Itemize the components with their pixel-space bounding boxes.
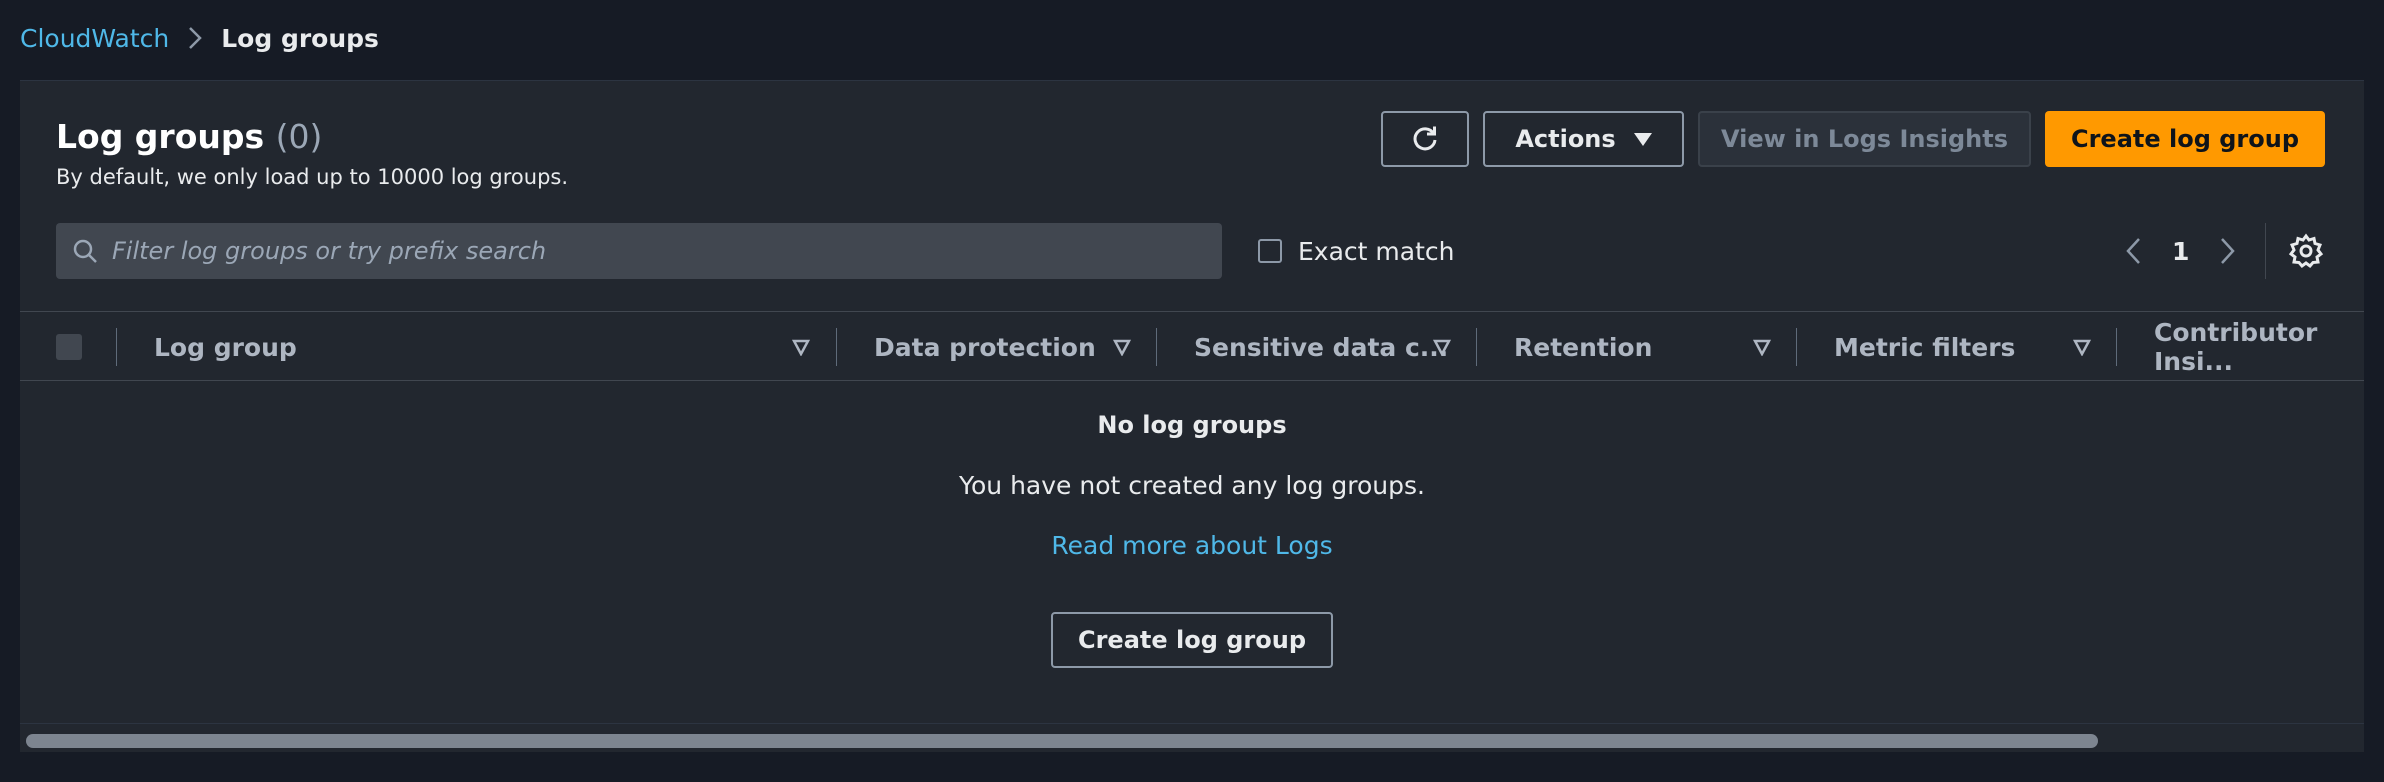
exact-match-label: Exact match xyxy=(1298,236,1455,266)
sort-icon[interactable] xyxy=(2073,338,2091,356)
page-description: By default, we only load up to 10000 log… xyxy=(56,165,569,189)
view-in-logs-insights-button[interactable]: View in Logs Insights xyxy=(1698,111,2031,167)
sort-icon[interactable] xyxy=(1113,338,1131,356)
create-log-group-button[interactable]: Create log group xyxy=(2045,111,2325,167)
column-divider xyxy=(1796,328,1797,366)
breadcrumb: CloudWatch Log groups xyxy=(20,18,379,58)
breadcrumb-current: Log groups xyxy=(221,23,379,53)
exact-match-toggle[interactable]: Exact match xyxy=(1258,233,1454,269)
empty-state-description: You have not created any log groups. xyxy=(959,471,1425,500)
select-all-checkbox[interactable] xyxy=(56,334,82,360)
table-header: Log group Data protection Sensitive data… xyxy=(20,311,2364,381)
chevron-right-icon xyxy=(187,25,203,51)
column-divider xyxy=(2116,328,2117,366)
horizontal-scrollbar[interactable] xyxy=(20,723,2364,752)
actions-dropdown-button[interactable]: Actions xyxy=(1483,111,1684,167)
chevron-right-icon[interactable] xyxy=(2217,236,2237,266)
search-icon xyxy=(73,239,97,263)
empty-create-log-group-button[interactable]: Create log group xyxy=(1051,612,1333,668)
search-input[interactable] xyxy=(112,237,1222,265)
scrollbar-thumb[interactable] xyxy=(26,734,2098,748)
page-title-text: Log groups xyxy=(56,117,265,156)
chevron-left-icon[interactable] xyxy=(2124,236,2144,266)
read-more-link[interactable]: Read more about Logs xyxy=(20,531,2364,560)
pagination: 1 xyxy=(2124,227,2237,275)
divider xyxy=(2265,223,2266,279)
caret-down-icon xyxy=(1633,132,1652,146)
exact-match-checkbox[interactable] xyxy=(1258,239,1282,263)
column-divider xyxy=(116,328,117,366)
sort-icon[interactable] xyxy=(1753,338,1771,356)
page-number[interactable]: 1 xyxy=(2172,237,2189,266)
column-header-retention[interactable]: Retention xyxy=(1514,312,1652,382)
refresh-button[interactable] xyxy=(1381,111,1469,167)
actions-label: Actions xyxy=(1515,125,1616,153)
column-divider xyxy=(836,328,837,366)
sort-icon[interactable] xyxy=(792,338,810,356)
log-groups-panel: Log groups (0) By default, we only load … xyxy=(20,80,2364,752)
column-divider xyxy=(1156,328,1157,366)
empty-state-title: No log groups xyxy=(1097,411,1287,439)
page-title: Log groups (0) xyxy=(56,117,322,156)
breadcrumb-cloudwatch-link[interactable]: CloudWatch xyxy=(20,24,169,53)
column-header-log-group[interactable]: Log group xyxy=(154,312,297,382)
column-divider xyxy=(1476,328,1477,366)
gear-icon[interactable] xyxy=(2288,233,2324,269)
column-header-metric-filters[interactable]: Metric filters xyxy=(1834,312,2015,382)
refresh-icon xyxy=(1413,126,1437,151)
column-header-contributor-insights[interactable]: Contributor Insi... xyxy=(2154,312,2364,382)
column-header-sensitive-data[interactable]: Sensitive data c... xyxy=(1194,312,1448,382)
column-header-data-protection[interactable]: Data protection xyxy=(874,312,1096,382)
log-group-count: (0) xyxy=(275,117,323,156)
search-field[interactable] xyxy=(56,223,1222,279)
sort-icon[interactable] xyxy=(1433,338,1451,356)
